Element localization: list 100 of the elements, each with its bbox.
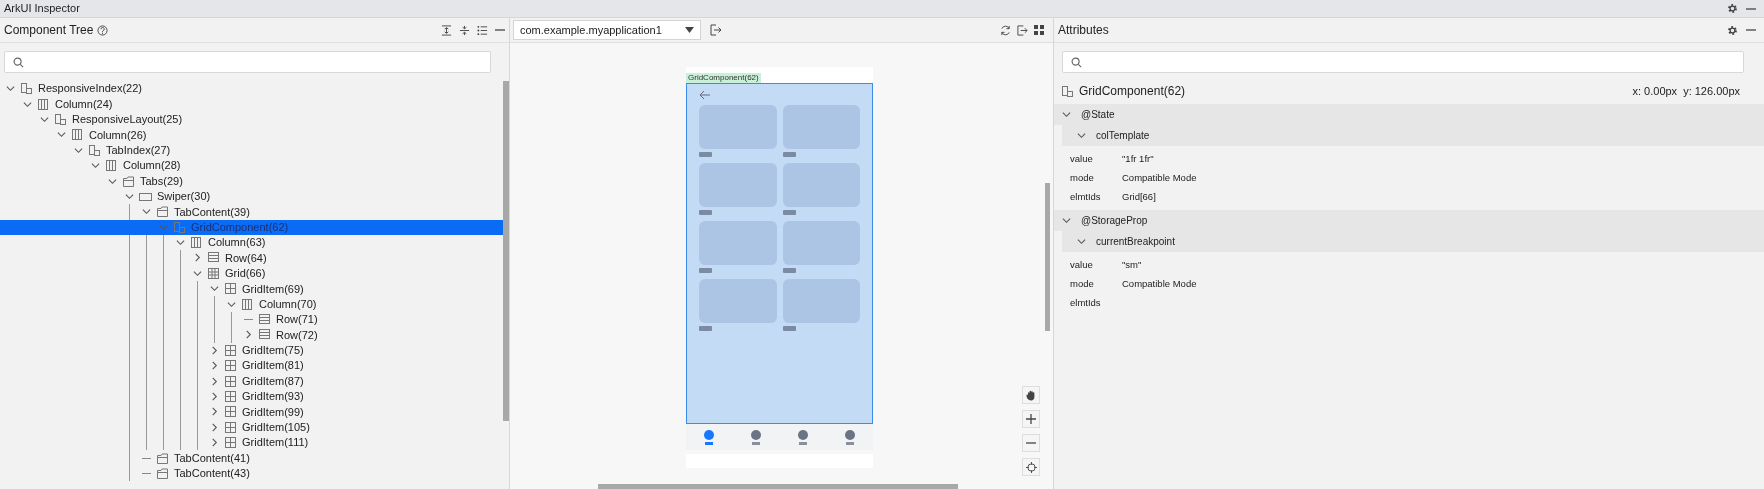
- grid-item-icon: [224, 343, 237, 357]
- refresh-icon[interactable]: [1000, 24, 1011, 36]
- column-icon: [37, 97, 50, 111]
- app-dropdown[interactable]: com.example.myapplication1: [513, 20, 701, 40]
- tree-row[interactable]: Column(70): [0, 296, 503, 312]
- tree-row[interactable]: Row(72): [0, 327, 503, 343]
- chevron-down-icon[interactable]: [193, 268, 202, 278]
- tree-row[interactable]: GridItem(81): [0, 358, 503, 374]
- help-icon[interactable]: [97, 24, 109, 36]
- chevron-down-icon[interactable]: [227, 299, 236, 309]
- tree-row[interactable]: TabContent(39): [0, 204, 503, 220]
- chevron-right-icon[interactable]: [210, 407, 219, 417]
- caption-mark: [699, 326, 712, 331]
- row-icon: [207, 251, 220, 265]
- panel-title: Component Tree: [4, 22, 94, 39]
- tree-row[interactable]: Column(24): [0, 96, 503, 112]
- tree-row[interactable]: GridItem(75): [0, 342, 503, 359]
- tree-row[interactable]: ResponsiveIndex(22): [0, 81, 503, 97]
- component-icon: [54, 112, 67, 126]
- caret-icon: [685, 27, 694, 33]
- locate-button[interactable]: [1022, 458, 1040, 476]
- chevron-down-icon[interactable]: [40, 114, 49, 124]
- exit-icon[interactable]: [710, 24, 722, 36]
- chevron-right-icon[interactable]: [210, 422, 219, 432]
- property-key: value: [1070, 257, 1122, 273]
- tab-item[interactable]: [704, 429, 715, 445]
- chevron-down-icon[interactable]: [176, 238, 185, 248]
- chevron-right-icon[interactable]: [193, 253, 202, 263]
- chevron-down-icon[interactable]: [125, 191, 134, 201]
- settings-icon[interactable]: [1727, 3, 1738, 14]
- tree-row[interactable]: TabContent(41): [0, 450, 503, 466]
- zoom-in-button[interactable]: [1022, 410, 1040, 428]
- chevron-right-icon[interactable]: [210, 438, 219, 448]
- property-key: mode: [1070, 276, 1122, 292]
- section-header[interactable]: @State: [1054, 104, 1764, 125]
- chevron-down-icon[interactable]: [210, 284, 219, 294]
- scrollbar[interactable]: [1044, 183, 1050, 331]
- back-arrow-icon[interactable]: [699, 90, 711, 100]
- chevron-down-icon[interactable]: [1062, 110, 1071, 119]
- variable-header[interactable]: currentBreakpoint: [1062, 231, 1764, 252]
- chevron-down-icon[interactable]: [1062, 216, 1071, 225]
- tree-row[interactable]: Column(28): [0, 157, 503, 174]
- chevron-down-icon[interactable]: [108, 176, 117, 186]
- list-icon[interactable]: [477, 24, 488, 36]
- grid-item-icon: [224, 420, 237, 434]
- chevron-down-icon[interactable]: [142, 207, 151, 217]
- column-icon: [71, 128, 84, 142]
- tree-row[interactable]: GridItem(69): [0, 281, 503, 297]
- pan-button[interactable]: [1022, 386, 1040, 404]
- tree-row[interactable]: Swiper(30): [0, 188, 503, 205]
- scrollbar[interactable]: [598, 484, 958, 489]
- tree-row[interactable]: GridItem(93): [0, 388, 503, 405]
- search-field[interactable]: [1062, 51, 1744, 73]
- tab-item[interactable]: [751, 429, 762, 445]
- chevron-down-icon[interactable]: [6, 84, 15, 94]
- chevron-right-icon[interactable]: [210, 345, 219, 355]
- caption-mark: [782, 210, 796, 215]
- tree-row[interactable]: Tabs(29): [0, 173, 503, 189]
- grid-item-icon: [224, 374, 237, 388]
- search-icon: [1071, 56, 1082, 68]
- zoom-out-button[interactable]: [1022, 434, 1040, 452]
- variable-header[interactable]: colTemplate: [1062, 125, 1764, 146]
- tree-row[interactable]: GridItem(105): [0, 419, 503, 435]
- settings-icon[interactable]: [1727, 24, 1738, 36]
- chevron-down-icon[interactable]: [1077, 131, 1086, 140]
- tree-row[interactable]: GridItem(99): [0, 404, 503, 420]
- chevron-down-icon[interactable]: [23, 99, 32, 109]
- component-tag: GridComponent(62): [686, 73, 761, 83]
- tree-row[interactable]: TabIndex(27): [0, 142, 503, 158]
- tree-row[interactable]: Column(26): [0, 127, 503, 143]
- grid-view-icon[interactable]: [1034, 25, 1044, 35]
- expand-all-icon[interactable]: [441, 24, 452, 36]
- chevron-down-icon[interactable]: [74, 145, 83, 155]
- tree-row[interactable]: ResponsiveLayout(25): [0, 111, 503, 128]
- chevron-down-icon[interactable]: [91, 161, 100, 171]
- collapse-all-icon[interactable]: [459, 24, 470, 36]
- plus-icon: [1026, 414, 1036, 424]
- tree-row[interactable]: Column(63): [0, 234, 503, 251]
- tree-row[interactable]: GridItem(87): [0, 373, 503, 389]
- panel-title: Attributes: [1058, 22, 1109, 39]
- chevron-right-icon[interactable]: [210, 376, 219, 386]
- tree-row[interactable]: Row(71): [0, 311, 503, 328]
- export-icon[interactable]: [1017, 24, 1028, 36]
- chevron-down-icon[interactable]: [57, 130, 66, 140]
- tree-row[interactable]: TabContent(43): [0, 465, 503, 482]
- search-field[interactable]: [4, 51, 491, 73]
- chevron-right-icon[interactable]: [210, 361, 219, 371]
- tree-row[interactable]: Row(64): [0, 250, 503, 266]
- tab-item[interactable]: [844, 429, 855, 445]
- scrollbar[interactable]: [503, 81, 509, 421]
- search-icon: [13, 56, 24, 68]
- x-coordinate: x: 0.00px: [1632, 83, 1678, 99]
- section-header[interactable]: @StorageProp: [1054, 210, 1764, 231]
- tab-item[interactable]: [797, 429, 808, 445]
- chevron-right-icon[interactable]: [210, 392, 219, 401]
- tree-row[interactable]: GridItem(111): [0, 435, 503, 451]
- column-icon: [190, 236, 203, 250]
- chevron-down-icon[interactable]: [1077, 237, 1086, 246]
- tree-row[interactable]: Grid(66): [0, 265, 503, 282]
- chevron-right-icon[interactable]: [244, 330, 253, 340]
